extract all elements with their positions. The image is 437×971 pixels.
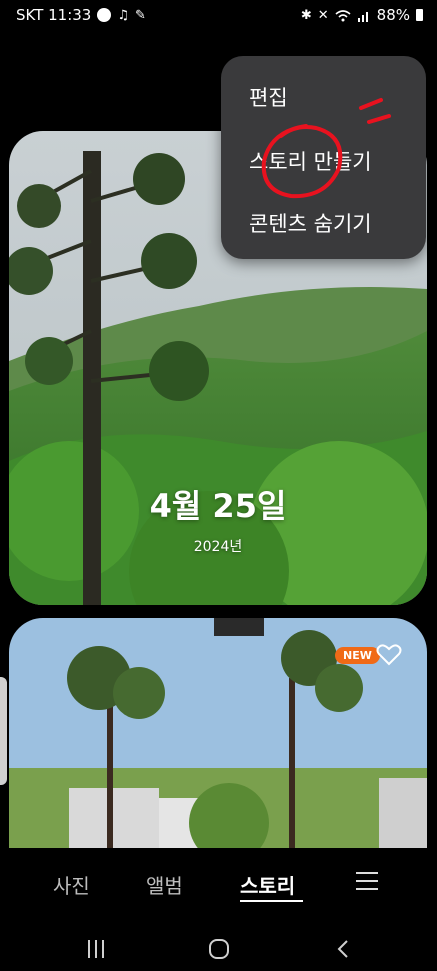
new-badge: NEW xyxy=(335,647,380,664)
status-right: ✱ ✕ 88% xyxy=(301,6,423,24)
bottom-tab-bar: 사진 앨범 스토리 xyxy=(0,848,437,926)
story-card[interactable]: NEW xyxy=(9,618,427,848)
bluetooth-icon: ✱ xyxy=(300,7,312,23)
tab-albums[interactable]: 앨범 xyxy=(146,870,183,899)
status-left: SKT 11:33 ♫ ✎ xyxy=(16,6,146,24)
edge-panel-handle[interactable] xyxy=(0,677,7,785)
home-icon[interactable] xyxy=(208,939,230,959)
story-date: 4월 25일 xyxy=(149,487,287,525)
menu-item-create-story[interactable]: 스토리 만들기 xyxy=(249,146,372,176)
wifi-icon xyxy=(335,9,351,21)
facebook-icon xyxy=(97,8,112,22)
tab-stories[interactable]: 스토리 xyxy=(240,870,295,899)
battery-icon xyxy=(416,9,423,21)
tab-photos[interactable]: 사진 xyxy=(53,870,90,899)
heart-icon[interactable] xyxy=(376,642,402,668)
menu-item-edit[interactable]: 편집 xyxy=(249,82,288,112)
system-nav-bar xyxy=(0,926,437,971)
back-icon[interactable] xyxy=(336,939,350,959)
music-icon: ♫ xyxy=(117,7,130,23)
status-bar: SKT 11:33 ♫ ✎ ✱ ✕ 88% xyxy=(0,0,437,30)
pencil-icon: ✎ xyxy=(135,7,146,23)
active-tab-indicator xyxy=(240,900,303,902)
mute-icon: ✕ xyxy=(317,7,329,23)
recent-apps-icon[interactable] xyxy=(86,940,106,958)
context-menu: 편집 스토리 만들기 콘텐츠 숨기기 xyxy=(221,56,426,259)
signal-icon xyxy=(357,11,368,22)
hamburger-menu-icon[interactable] xyxy=(356,872,378,892)
story-year: 2024년 xyxy=(193,539,243,555)
battery-percent: 88% xyxy=(376,6,410,24)
carrier-time: SKT 11:33 xyxy=(16,6,92,24)
menu-item-hide-content[interactable]: 콘텐츠 숨기기 xyxy=(249,208,372,238)
